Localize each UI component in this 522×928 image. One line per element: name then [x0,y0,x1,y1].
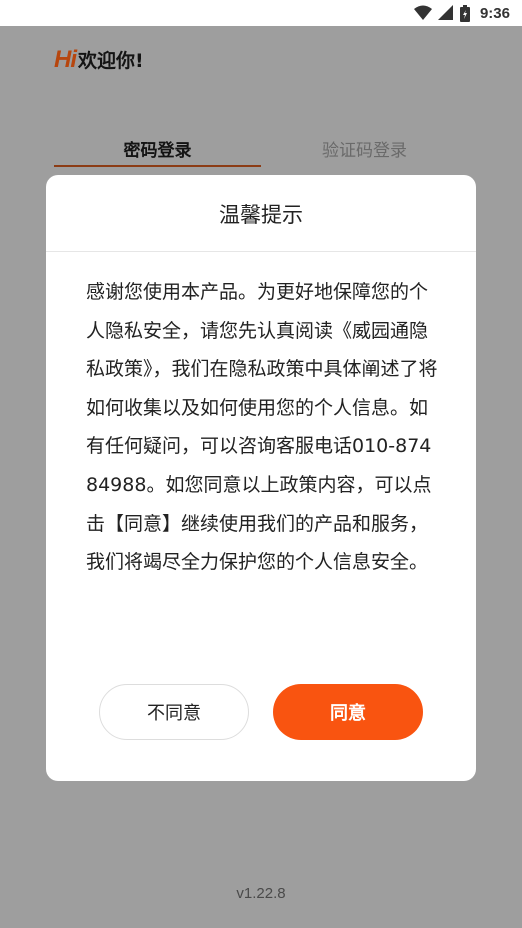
disagree-button[interactable]: 不同意 [99,684,249,740]
greeting: Hi 欢迎你! [54,46,144,74]
status-bar: 9:36 [0,0,522,26]
wifi-icon [413,5,432,20]
cellular-signal-icon [437,5,453,20]
dialog-divider [46,251,476,252]
tab-password-login[interactable]: 密码登录 [54,136,261,161]
greeting-text: 欢迎你! [78,50,144,72]
status-icons: 9:36 [413,3,510,23]
app-version: v1.22.8 [236,885,286,902]
tab-code-login[interactable]: 验证码登录 [261,136,468,161]
dialog-body-text: 感谢您使用本产品。为更好地保障您的个人隐私安全，请您先认真阅读《威园通隐私政策》… [86,281,438,574]
agree-button[interactable]: 同意 [273,684,423,740]
dialog-title: 温馨提示 [219,203,303,227]
login-screen: 9:36 Hi 欢迎你! 密码登录 验证码登录 温馨提示 感谢您使用本产品。为更… [0,0,522,928]
greeting-hi-logo: Hi [54,46,77,73]
tab-active-indicator [54,165,261,167]
battery-icon [459,4,470,22]
privacy-dialog: 温馨提示 感谢您使用本产品。为更好地保障您的个人隐私安全，请您先认真阅读《威园通… [46,175,476,781]
status-time: 9:36 [479,4,510,22]
